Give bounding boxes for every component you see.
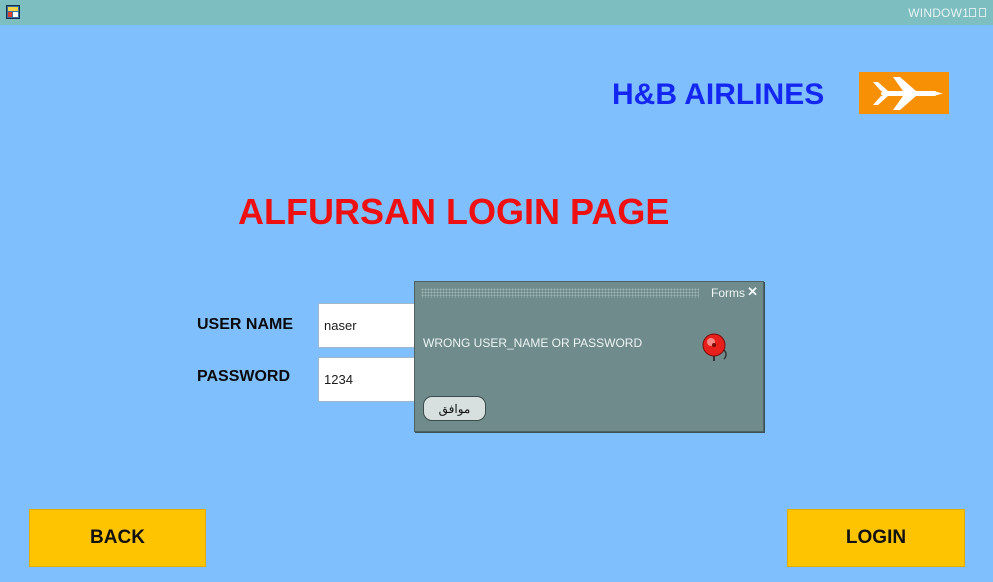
window-titlebar[interactable]: WINDOW1 (0, 0, 993, 25)
username-label: USER NAME (197, 316, 294, 333)
password-label: PASSWORD (197, 368, 291, 385)
window-title: WINDOW1 (908, 6, 969, 20)
window-controls (969, 5, 991, 19)
page-title: ALFURSAN LOGIN PAGE (238, 191, 670, 232)
app-icon[interactable] (6, 5, 20, 19)
password-input[interactable] (318, 357, 418, 402)
ok-button[interactable]: موافق (423, 396, 486, 421)
maximize-icon[interactable] (979, 7, 986, 17)
minimize-icon[interactable] (969, 7, 976, 17)
dialog-titlebar[interactable]: Forms ✕ (415, 282, 763, 304)
dialog-title: Forms (711, 286, 745, 300)
dialog-drag-grip[interactable] (421, 288, 699, 298)
error-dialog: Forms ✕ WRONG USER_NAME OR PASSWORD مواف… (414, 281, 764, 432)
app-window: WINDOW1 H&B AIRLINES ALFURSAN LOGIN PAGE… (0, 0, 993, 582)
airplane-icon (873, 77, 943, 110)
brand-logo (859, 72, 949, 114)
login-button[interactable]: LOGIN (787, 509, 965, 567)
back-button[interactable]: BACK (29, 509, 206, 567)
username-input[interactable] (318, 303, 418, 348)
close-icon[interactable]: ✕ (747, 285, 758, 299)
dialog-message: WRONG USER_NAME OR PASSWORD (423, 336, 643, 350)
alarm-bell-icon (702, 333, 727, 361)
brand-name: H&B AIRLINES (612, 78, 825, 111)
